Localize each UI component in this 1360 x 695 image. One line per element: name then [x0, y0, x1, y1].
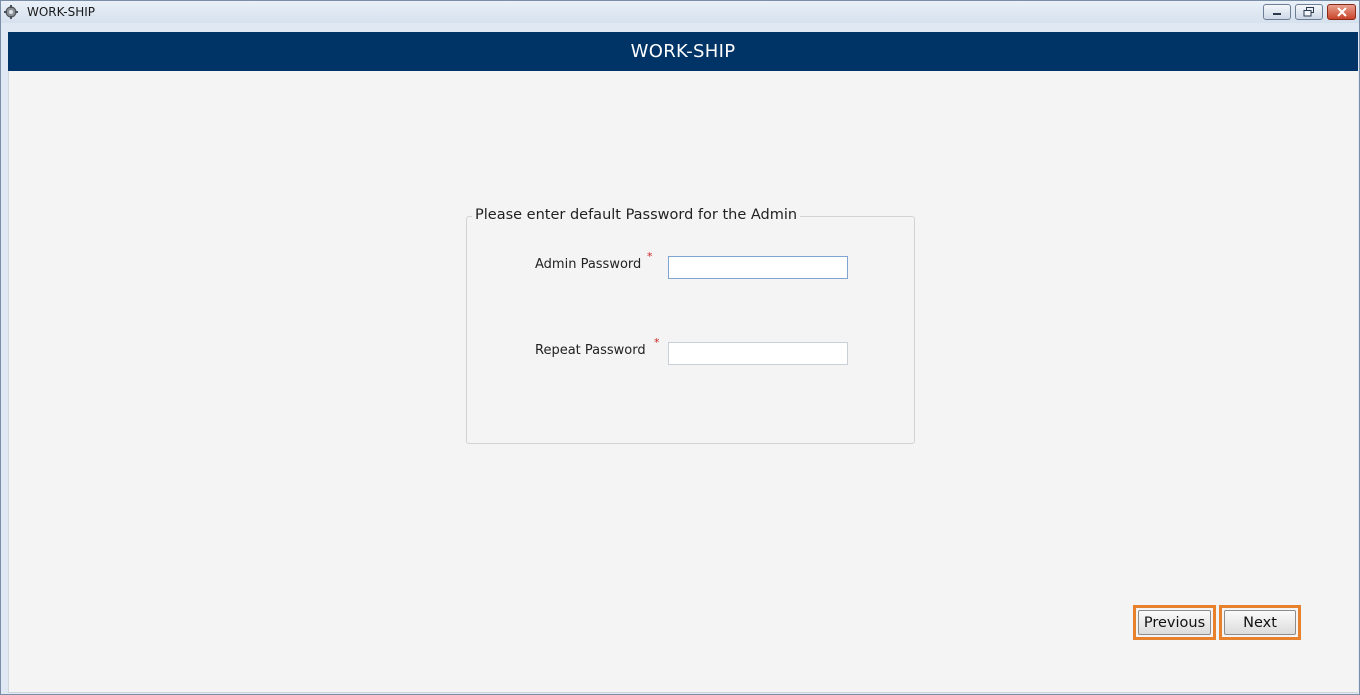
app-header: WORK-SHIP — [8, 32, 1358, 71]
fieldset-legend: Please enter default Password for the Ad… — [472, 207, 801, 223]
app-window: WORK-SHIP WORK-SHIP Please enter default… — [0, 0, 1360, 695]
restore-button[interactable] — [1295, 4, 1323, 20]
next-button[interactable]: Next — [1224, 610, 1296, 635]
header-title: WORK-SHIP — [630, 41, 736, 62]
window-title: WORK-SHIP — [27, 5, 96, 19]
close-button[interactable] — [1327, 4, 1356, 20]
admin-password-fieldset — [466, 216, 915, 444]
restore-icon — [1303, 7, 1314, 17]
title-bar[interactable]: WORK-SHIP — [1, 1, 1359, 23]
previous-button-highlight: Previous — [1133, 605, 1216, 640]
next-button-highlight: Next — [1219, 605, 1301, 640]
admin-password-input[interactable] — [668, 256, 848, 279]
repeat-password-required-mark: * — [654, 336, 660, 349]
app-gear-icon — [4, 5, 18, 19]
minimize-icon — [1273, 13, 1281, 15]
minimize-button[interactable] — [1263, 4, 1291, 20]
repeat-password-input[interactable] — [668, 342, 848, 365]
close-icon — [1336, 7, 1347, 17]
admin-password-required-mark: * — [647, 250, 653, 263]
previous-button[interactable]: Previous — [1138, 610, 1211, 635]
repeat-password-label: Repeat Password — [535, 343, 646, 358]
admin-password-label: Admin Password — [535, 257, 642, 272]
